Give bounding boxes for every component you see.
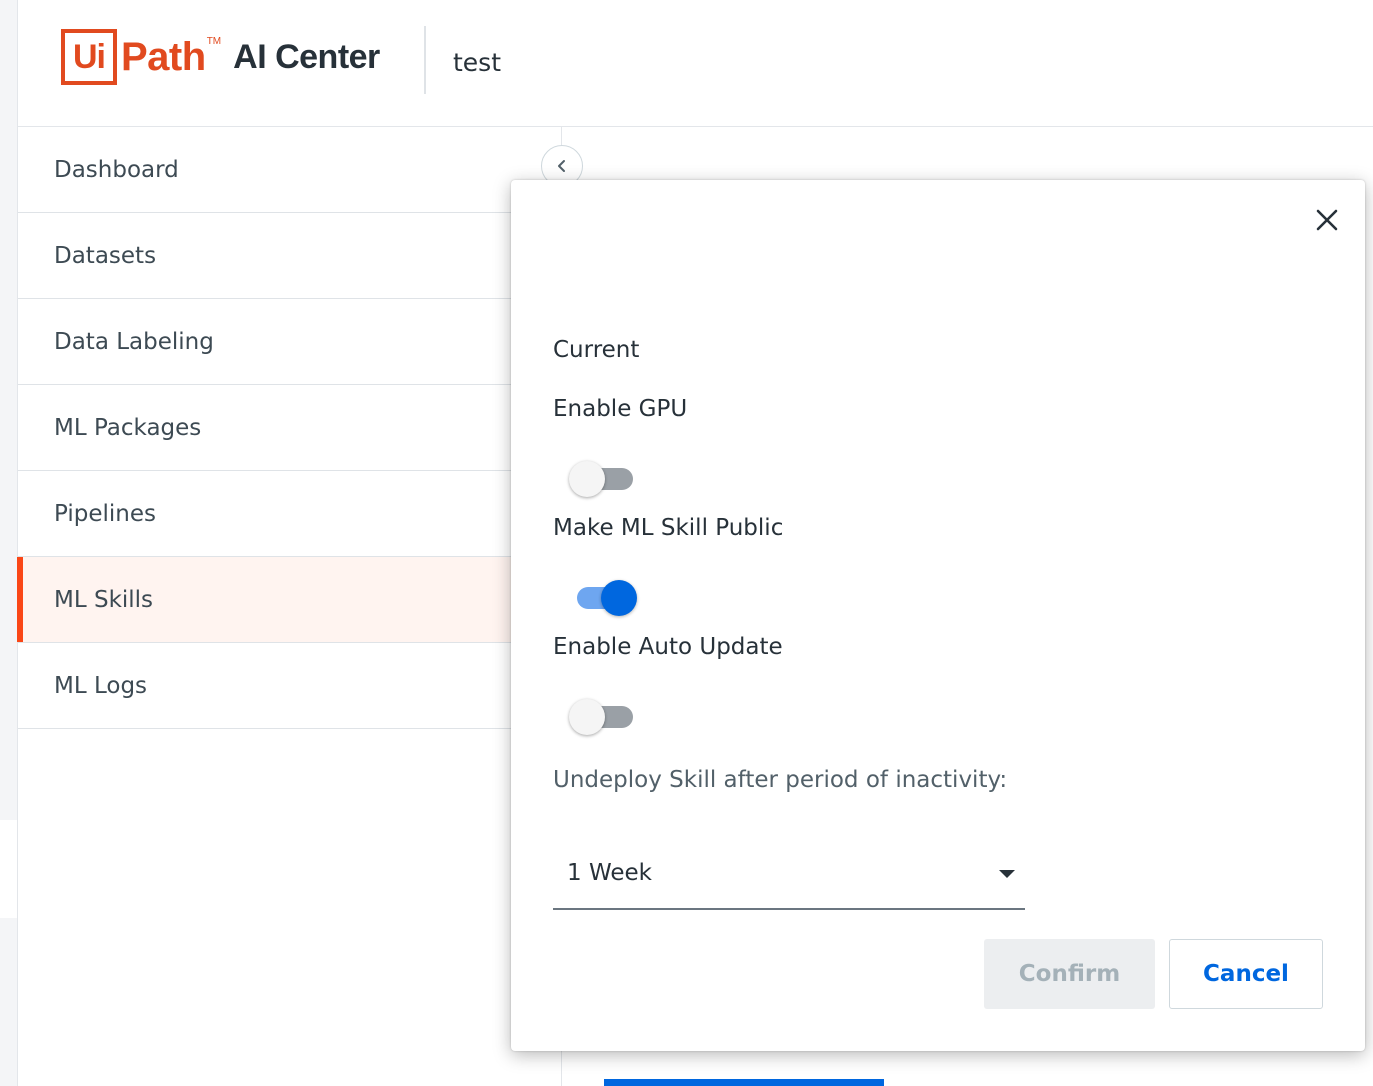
- sidebar: Dashboard Datasets Data Labeling ML Pack…: [17, 127, 562, 1086]
- sidebar-item-dashboard[interactable]: Dashboard: [18, 127, 561, 213]
- sidebar-item-label: ML Skills: [54, 586, 154, 613]
- toggle-thumb: [601, 580, 637, 616]
- auto-update-label: Enable Auto Update: [553, 634, 783, 660]
- make-public-label: Make ML Skill Public: [553, 515, 784, 541]
- chevron-left-icon: [558, 160, 565, 172]
- left-edge-panel: [0, 0, 17, 1086]
- sidebar-item-pipelines[interactable]: Pipelines: [18, 471, 561, 557]
- enable-gpu-toggle[interactable]: [569, 459, 639, 499]
- cancel-button[interactable]: Cancel: [1169, 939, 1323, 1009]
- uipath-logo[interactable]: Ui Path TM AI Center: [61, 28, 380, 86]
- sidebar-item-ml-logs[interactable]: ML Logs: [18, 643, 561, 729]
- sidebar-item-label: Data Labeling: [54, 328, 214, 355]
- undeploy-label: Undeploy Skill after period of inactivit…: [553, 767, 1008, 793]
- sidebar-item-label: Pipelines: [54, 500, 156, 527]
- logo-word: Path: [121, 34, 206, 79]
- sidebar-item-ml-packages[interactable]: ML Packages: [18, 385, 561, 471]
- left-edge-gap: [0, 820, 17, 918]
- auto-update-toggle[interactable]: [569, 697, 639, 737]
- sidebar-item-ml-skills[interactable]: ML Skills: [17, 557, 561, 643]
- logo-trademark: TM: [206, 36, 222, 47]
- make-public-toggle[interactable]: [569, 578, 639, 618]
- app-header: Ui Path TM AI Center test: [17, 0, 1373, 127]
- confirm-button[interactable]: Confirm: [984, 939, 1155, 1009]
- tenant-name[interactable]: test: [453, 48, 501, 77]
- sidebar-item-datasets[interactable]: Datasets: [18, 213, 561, 299]
- undeploy-period-select[interactable]: 1 Week: [553, 840, 1025, 910]
- sidebar-item-label: ML Logs: [54, 672, 148, 699]
- close-icon: [1316, 209, 1338, 231]
- dropdown-arrow-icon: [999, 870, 1015, 878]
- ml-skill-settings-dialog: Current Enable GPU Make ML Skill Public …: [511, 180, 1365, 1051]
- toggle-thumb: [569, 699, 605, 735]
- close-button[interactable]: [1309, 202, 1345, 238]
- logo-mark: Ui: [61, 29, 117, 85]
- select-value: 1 Week: [567, 860, 652, 886]
- active-tab-indicator: [604, 1079, 884, 1086]
- enable-gpu-label: Enable GPU: [553, 396, 688, 422]
- sidebar-item-label: Dashboard: [54, 156, 179, 183]
- header-divider: [424, 26, 426, 94]
- toggle-thumb: [569, 461, 605, 497]
- sidebar-item-label: Datasets: [54, 242, 157, 269]
- sidebar-item-label: ML Packages: [54, 414, 202, 441]
- product-name: AI Center: [233, 37, 380, 76]
- current-label: Current: [553, 337, 640, 363]
- sidebar-item-data-labeling[interactable]: Data Labeling: [18, 299, 561, 385]
